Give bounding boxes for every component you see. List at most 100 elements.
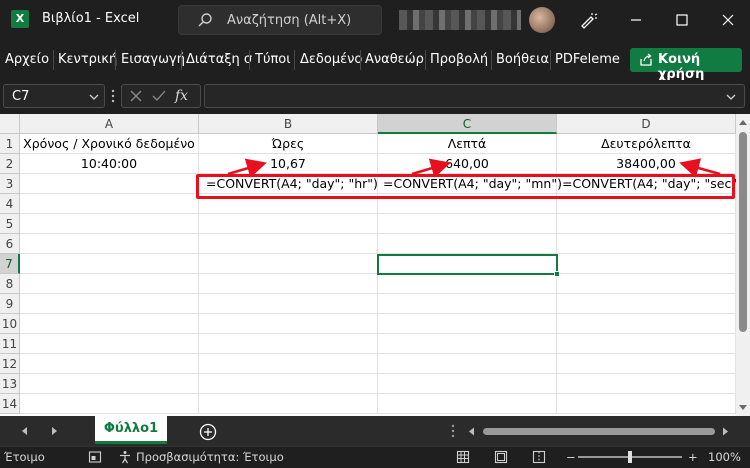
tab-pdfelement[interactable]: PDFeleme	[555, 52, 620, 67]
zoom-in-button[interactable]: +	[688, 450, 698, 464]
cell-b1[interactable]: Ώρες	[199, 134, 378, 154]
grid-cell[interactable]	[378, 214, 557, 234]
insert-function-icon[interactable]: fx	[175, 88, 188, 104]
grid-cell[interactable]	[20, 394, 199, 414]
grid-cell[interactable]	[20, 234, 199, 254]
grid-cell[interactable]	[557, 234, 736, 254]
row-header-14[interactable]: 14	[0, 394, 20, 414]
row-header-9[interactable]: 9	[0, 294, 20, 314]
grid-cell[interactable]	[199, 394, 378, 414]
tab-data[interactable]: Δεδομένο	[300, 52, 362, 67]
worksheet-grid[interactable]: A B C D 1 2 3 4 5 6 7 8 9 10 11 12 13 14…	[0, 114, 736, 416]
account-name-blurred[interactable]	[399, 10, 521, 30]
confirm-icon[interactable]	[151, 88, 167, 104]
grid-cell[interactable]	[378, 234, 557, 254]
grid-cell[interactable]	[378, 394, 557, 414]
tab-review[interactable]: Αναθεώρ	[365, 52, 424, 67]
zoom-out-button[interactable]: −	[566, 450, 576, 464]
scroll-down-icon[interactable]	[738, 404, 748, 412]
maximize-icon[interactable]	[672, 10, 692, 30]
cell-b2[interactable]: 10,67	[199, 154, 378, 174]
grid-cell[interactable]	[557, 314, 736, 334]
grid-cell[interactable]	[20, 354, 199, 374]
sheet-next-icon[interactable]	[51, 426, 59, 436]
grid-cell[interactable]	[20, 314, 199, 334]
tab-help[interactable]: Βοήθεια	[496, 52, 549, 67]
tab-insert[interactable]: Εισαγωγή	[121, 52, 185, 67]
horizontal-scroll-thumb[interactable]	[483, 428, 715, 435]
row-header-4[interactable]: 4	[0, 194, 20, 214]
vertical-scrollbar[interactable]	[736, 114, 750, 416]
search-box[interactable]: Αναζήτηση (Alt+X)	[178, 5, 382, 35]
grid-cell[interactable]	[199, 334, 378, 354]
grid-cell[interactable]	[378, 374, 557, 394]
grid-cell[interactable]	[378, 354, 557, 374]
grid-cell[interactable]	[199, 374, 378, 394]
column-header-d[interactable]: D	[557, 114, 736, 134]
grid-cell[interactable]	[557, 394, 736, 414]
grid-cell[interactable]	[20, 194, 199, 214]
active-cell-c7[interactable]	[377, 254, 558, 275]
cell-c1[interactable]: Λεπτά	[378, 134, 557, 154]
zoom-slider-thumb[interactable]	[628, 451, 632, 463]
scroll-up-icon[interactable]	[738, 118, 748, 126]
grid-cell[interactable]	[378, 274, 557, 294]
sheet-tab-active[interactable]: Φύλλο1	[95, 416, 167, 444]
minimize-icon[interactable]	[626, 10, 646, 30]
row-header-6[interactable]: 6	[0, 234, 20, 254]
tab-formulas[interactable]: Τύποι	[255, 52, 291, 67]
row-header-12[interactable]: 12	[0, 354, 20, 374]
cell-d1[interactable]: Δευτερόλεπτα	[557, 134, 736, 154]
page-break-view-icon[interactable]	[532, 450, 546, 464]
hscroll-left-icon[interactable]	[468, 427, 475, 436]
grid-cell[interactable]	[557, 214, 736, 234]
grid-cell[interactable]	[20, 334, 199, 354]
tab-view[interactable]: Προβολή	[430, 52, 488, 67]
column-header-b[interactable]: B	[199, 114, 378, 134]
grid-cell[interactable]	[20, 374, 199, 394]
cell-d2[interactable]: 38400,00	[557, 154, 736, 174]
sheet-prev-icon[interactable]	[20, 426, 28, 436]
more-options-icon[interactable]	[108, 86, 118, 106]
column-header-c[interactable]: C	[378, 114, 557, 134]
grid-cell[interactable]	[199, 314, 378, 334]
row-header-3[interactable]: 3	[0, 174, 20, 194]
grid-cell[interactable]	[557, 274, 736, 294]
macro-record-icon[interactable]	[88, 450, 102, 464]
grid-cell[interactable]	[199, 214, 378, 234]
tab-file[interactable]: Αρχείο	[5, 52, 49, 67]
grid-cell[interactable]	[199, 294, 378, 314]
grid-cell[interactable]	[20, 274, 199, 294]
share-button[interactable]: Κοινή χρήση	[630, 48, 742, 82]
avatar[interactable]	[529, 7, 555, 33]
fill-handle[interactable]	[554, 271, 560, 277]
formula-input[interactable]	[204, 84, 745, 108]
zoom-level[interactable]: 100%	[708, 450, 741, 464]
grid-cell[interactable]	[199, 274, 378, 294]
row-header-2[interactable]: 2	[0, 154, 20, 174]
tab-split-handle-icon[interactable]	[450, 423, 456, 439]
grid-cell[interactable]	[20, 174, 199, 194]
cancel-icon[interactable]	[128, 88, 144, 104]
row-header-7[interactable]: 7	[0, 254, 20, 274]
grid-cell[interactable]	[199, 354, 378, 374]
row-header-8[interactable]: 8	[0, 274, 20, 294]
cell-c2[interactable]: 640,00	[378, 154, 557, 174]
accessibility-icon[interactable]	[118, 450, 132, 464]
chevron-down-icon[interactable]	[88, 91, 100, 103]
chevron-down-icon[interactable]	[725, 91, 737, 103]
cell-a1[interactable]: Χρόνος / Χρονικό δεδομένο	[20, 134, 199, 154]
hscroll-right-icon[interactable]	[722, 427, 729, 436]
vertical-scroll-thumb[interactable]	[739, 132, 747, 332]
grid-cell[interactable]	[557, 374, 736, 394]
grid-cell[interactable]	[557, 334, 736, 354]
grid-cell[interactable]	[378, 294, 557, 314]
cell-a2[interactable]: 10:40:00	[20, 154, 199, 174]
grid-cell[interactable]	[378, 334, 557, 354]
grid-cell[interactable]	[20, 294, 199, 314]
grid-cell[interactable]	[378, 314, 557, 334]
grid-cell[interactable]	[20, 254, 199, 274]
grid-cell[interactable]	[557, 354, 736, 374]
grid-cell[interactable]	[199, 254, 378, 274]
name-box[interactable]: C7	[3, 84, 105, 108]
